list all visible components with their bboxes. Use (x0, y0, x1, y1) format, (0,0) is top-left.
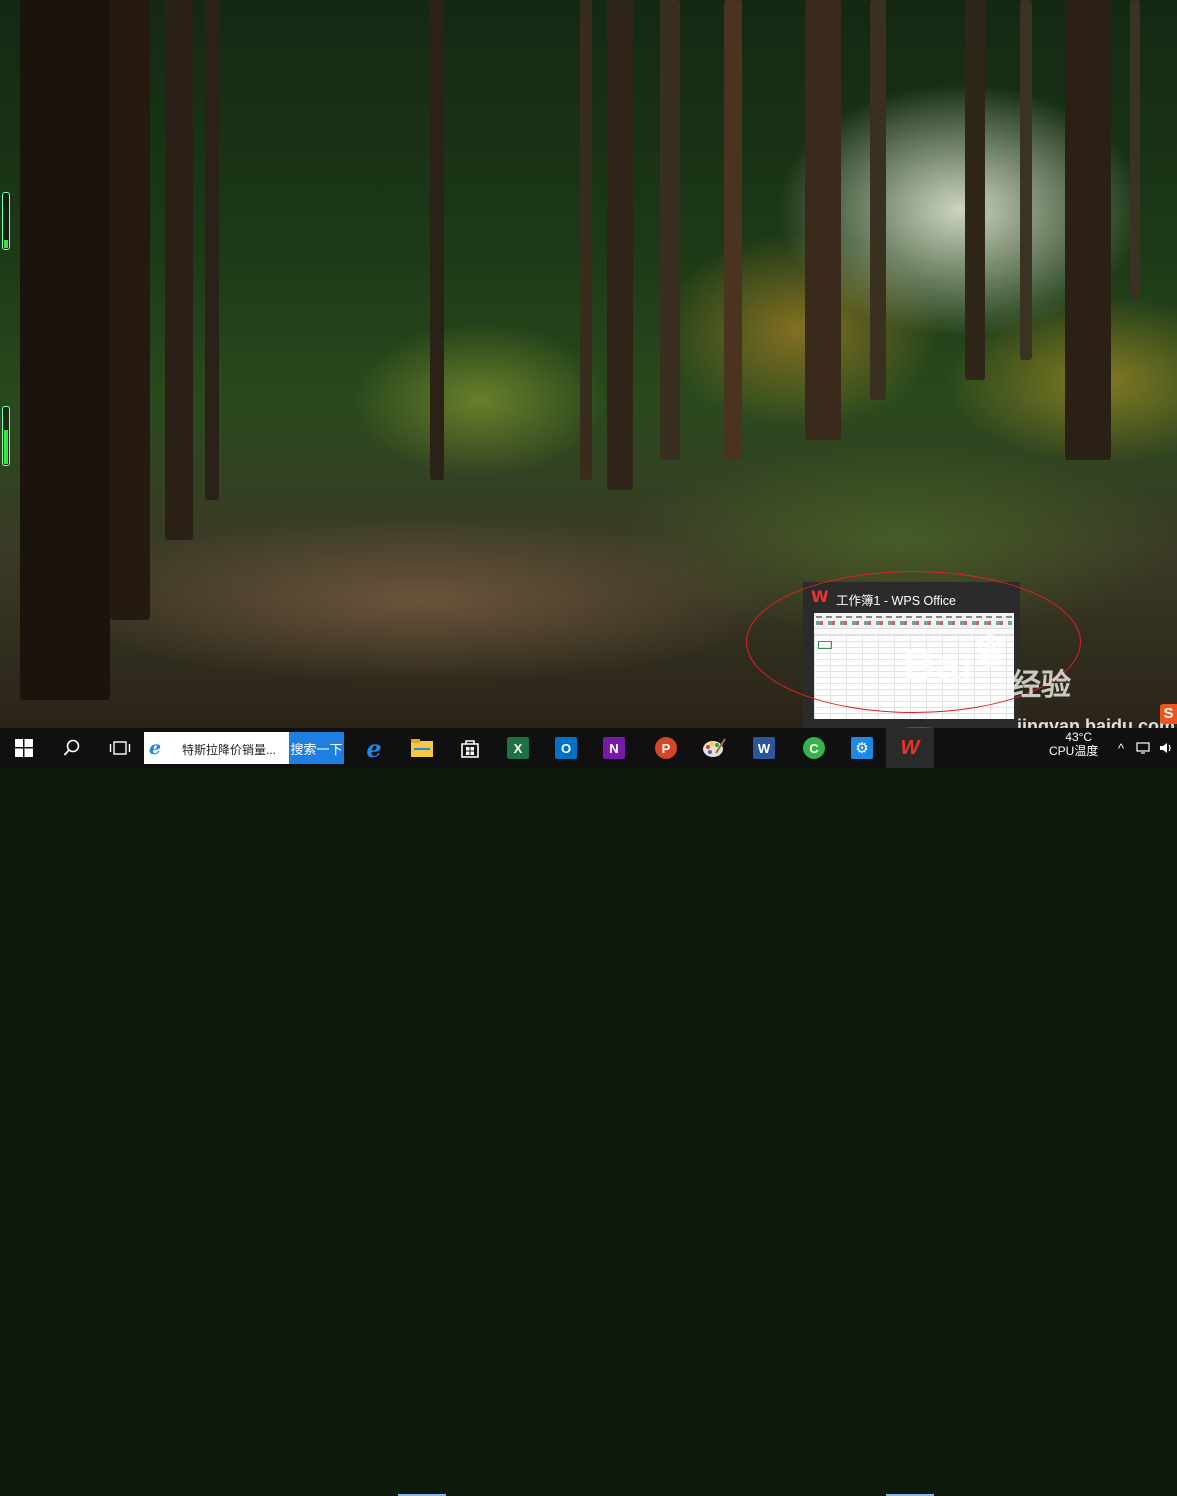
task-view-button[interactable] (96, 728, 144, 768)
tree-trunk (607, 0, 633, 490)
tree-trunk (1020, 0, 1032, 360)
ime-indicator[interactable]: S (1160, 704, 1177, 724)
tree-trunk (1065, 0, 1111, 460)
taskbar-app-edge[interactable]: e (350, 728, 398, 768)
green-app-icon: C (803, 737, 825, 759)
tree-trunk (580, 0, 592, 480)
tree-trunk (165, 0, 193, 540)
taskbar-app-store[interactable] (446, 728, 494, 768)
tray-network[interactable] (1133, 728, 1155, 768)
start-button[interactable] (0, 728, 48, 768)
tree-trunk (1130, 0, 1140, 300)
taskbar-app-powerpoint[interactable]: P (642, 728, 690, 768)
watermark-text: Bai (903, 640, 975, 689)
tree-trunk (430, 0, 444, 480)
left-gauge-top (2, 192, 10, 250)
tree-trunk (805, 0, 841, 440)
left-gauge-bottom (2, 406, 10, 466)
onenote-icon: N (603, 737, 625, 759)
search-icon (63, 739, 80, 756)
windows-logo-icon (15, 739, 33, 757)
cpu-temperature-widget[interactable]: 43°C CPU温度 (1049, 730, 1098, 758)
taskbar-app-explorer[interactable] (398, 728, 446, 768)
browser-search-box[interactable]: e 特斯拉降价销量... (144, 732, 289, 764)
edge-icon: e (366, 733, 382, 763)
taskbar-app-green[interactable]: C (790, 728, 838, 768)
tree-trunk (110, 0, 150, 620)
cpu-temperature-value: 43°C (1065, 730, 1093, 744)
search-box-text: 特斯拉降价销量... (182, 743, 277, 757)
taskbar-app-outlook[interactable]: O (542, 728, 590, 768)
taskbar-app-word[interactable]: W (740, 728, 788, 768)
volume-icon (1160, 743, 1171, 753)
baidu-paw-icon (976, 632, 1004, 666)
taskbar-app-settings[interactable]: ⚙ (838, 728, 886, 768)
taskbar: e 特斯拉降价销量... 搜索一下 e X O N P W C ⚙ W (0, 728, 1177, 1496)
paint-icon (703, 738, 726, 757)
watermark-text-2: 经验 (1011, 669, 1071, 702)
tree-trunk (20, 0, 110, 700)
excel-icon: X (507, 737, 529, 759)
ie-icon: e (149, 737, 162, 759)
tree-trunk (660, 0, 680, 460)
tree-trunk (965, 0, 985, 380)
cpu-temperature-label: CPU温度 (1049, 744, 1099, 758)
tree-trunk (870, 0, 886, 400)
taskbar-app-excel[interactable]: X (494, 728, 542, 768)
search-button[interactable] (48, 728, 96, 768)
wps-icon: W (900, 736, 920, 759)
settings-icon: ⚙ (851, 737, 873, 759)
tree-trunk (724, 0, 742, 460)
file-explorer-icon (411, 739, 433, 757)
tray-volume[interactable] (1157, 728, 1177, 768)
tree-trunk (205, 0, 219, 500)
taskbar-app-wps[interactable]: W (886, 728, 934, 768)
word-icon: W (753, 737, 775, 759)
taskbar-app-paint[interactable] (690, 728, 738, 768)
search-submit-button[interactable]: 搜索一下 (289, 732, 344, 764)
chevron-up-icon: ^ (1117, 740, 1125, 756)
powerpoint-icon: P (655, 737, 677, 759)
task-view-icon (109, 741, 131, 755)
taskbar-app-onenote[interactable]: N (590, 728, 638, 768)
outlook-icon: O (555, 737, 577, 759)
tray-overflow-chevron[interactable]: ^ (1113, 728, 1129, 768)
store-icon (461, 740, 479, 758)
network-icon (1136, 742, 1150, 754)
